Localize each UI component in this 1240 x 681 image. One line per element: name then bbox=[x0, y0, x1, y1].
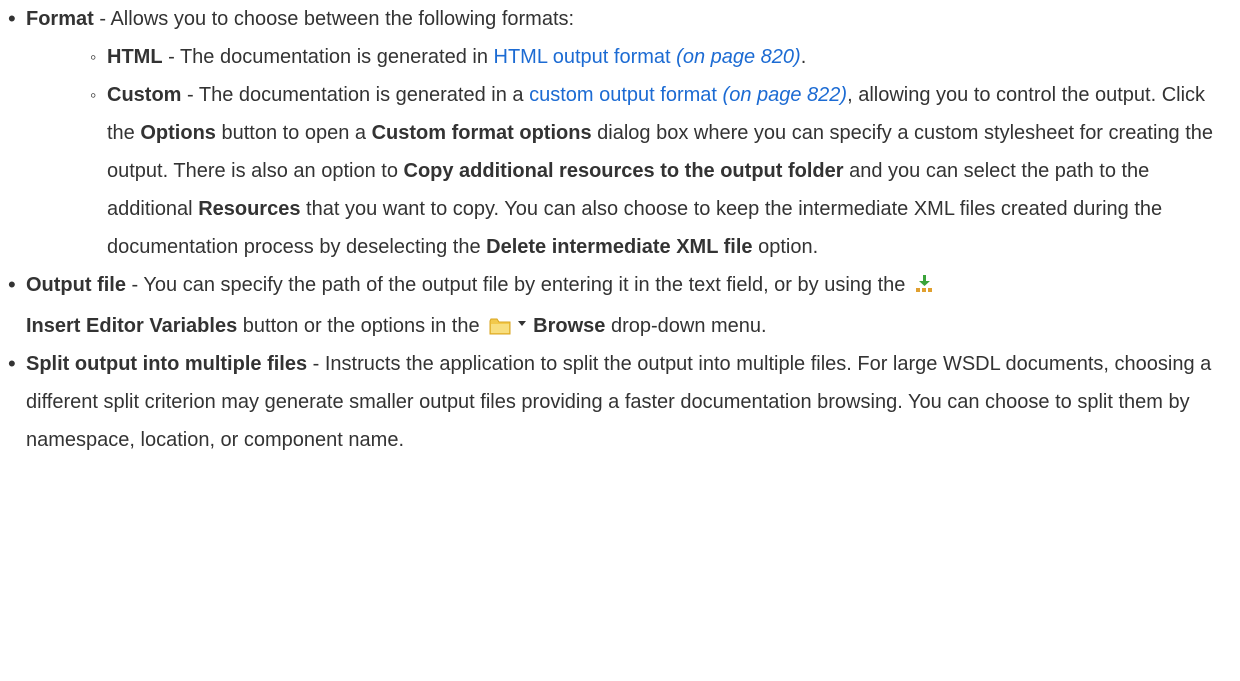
delete-intermediate-label: Delete intermediate XML file bbox=[486, 236, 753, 258]
insert-editor-variables-icon bbox=[915, 269, 933, 292]
html-output-format-link[interactable]: HTML output format bbox=[494, 46, 671, 68]
custom-desc-6: option. bbox=[752, 236, 819, 258]
browse-label: Browse bbox=[533, 315, 606, 337]
output-file-desc-1: - You can specify the path of the output… bbox=[125, 274, 911, 296]
custom-desc: - The documentation is generated in a bbox=[181, 84, 530, 106]
list-item-custom: Custom - The documentation is generated … bbox=[8, 76, 1226, 266]
list-item-split-output: Split output into multiple files - Instr… bbox=[8, 345, 1226, 459]
folder-icon bbox=[489, 310, 511, 335]
custom-output-format-link[interactable]: custom output format bbox=[529, 84, 717, 106]
insert-editor-variables-label: Insert Editor Variables bbox=[26, 315, 238, 337]
copy-resources-label: Copy additional resources to the output … bbox=[403, 160, 844, 182]
dropdown-caret-icon bbox=[517, 304, 527, 326]
output-file-desc-2: button or the options in the bbox=[237, 315, 486, 337]
list-item-html: HTML - The documentation is generated in… bbox=[8, 38, 1226, 76]
output-file-term: Output file bbox=[26, 274, 126, 296]
custom-term: Custom bbox=[107, 84, 182, 106]
custom-desc-2: button to open a bbox=[215, 122, 372, 144]
options-label: Options bbox=[140, 122, 216, 144]
custom-format-options-label: Custom format options bbox=[371, 122, 592, 144]
list-item-output-file: Output file - You can specify the path o… bbox=[8, 266, 1226, 345]
split-output-term: Split output into multiple files bbox=[26, 353, 308, 375]
html-desc: - The documentation is generated in bbox=[162, 46, 494, 68]
html-desc-end: . bbox=[800, 46, 807, 68]
custom-page-ref[interactable]: (on page 822) bbox=[723, 84, 848, 106]
format-term: Format bbox=[26, 8, 94, 30]
list-item-format: Format - Allows you to choose between th… bbox=[8, 0, 1226, 38]
html-term: HTML bbox=[107, 46, 163, 68]
html-page-ref[interactable]: (on page 820) bbox=[676, 46, 801, 68]
resources-label: Resources bbox=[198, 198, 301, 220]
output-file-desc-3: drop-down menu. bbox=[605, 315, 767, 337]
document-body: Format - Allows you to choose between th… bbox=[0, 0, 1240, 459]
format-desc: - Allows you to choose between the follo… bbox=[93, 8, 575, 30]
